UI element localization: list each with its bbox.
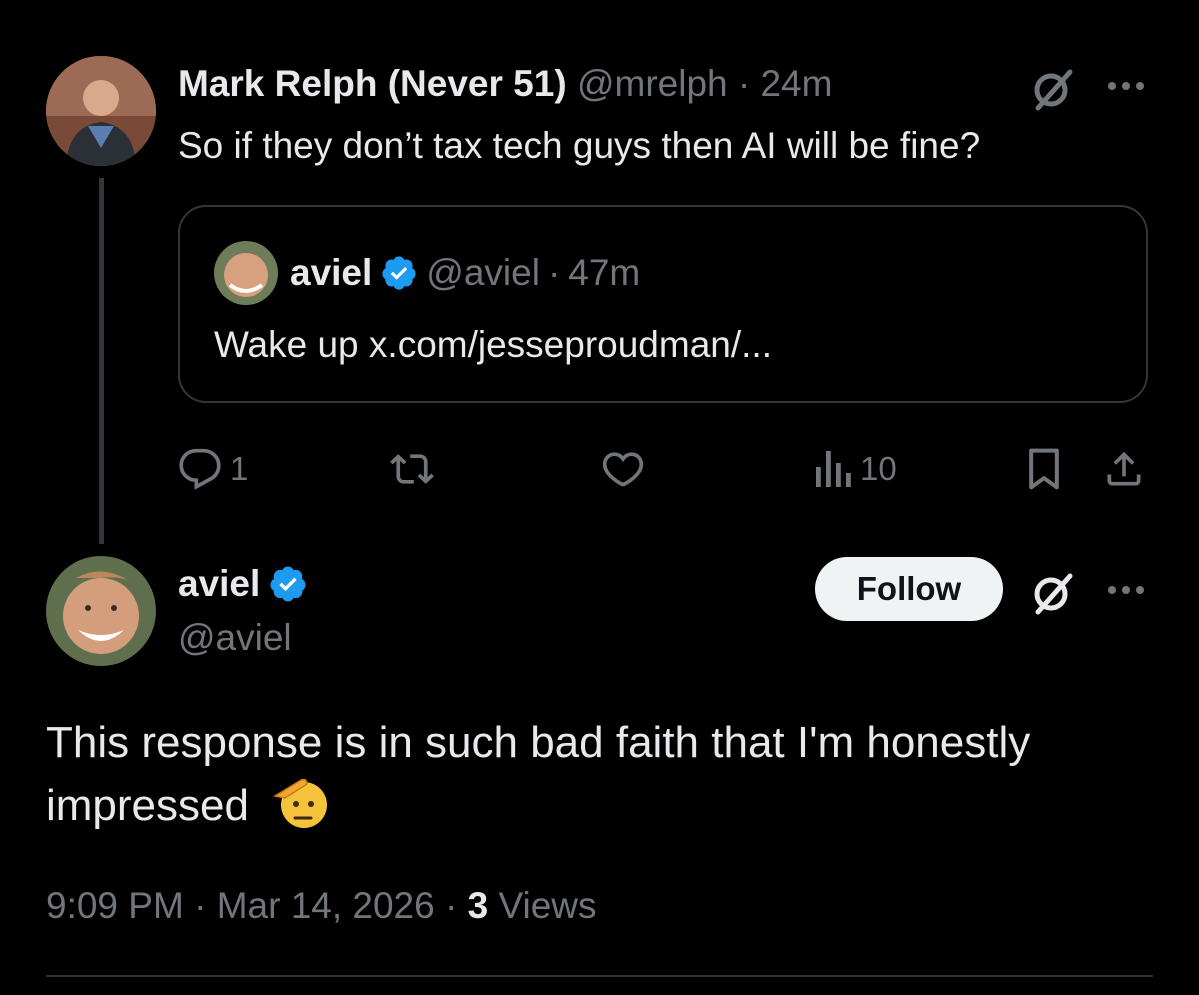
avatar-aviel-small[interactable]: [214, 241, 278, 305]
main-name-row: aviel: [178, 562, 308, 606]
avatar-mark-relph[interactable]: [46, 56, 156, 166]
main-display-name[interactable]: aviel: [178, 562, 260, 606]
tweet-meta: 9:09 PM · Mar 14, 2026 · 3 Views: [46, 884, 597, 928]
repost-icon[interactable]: [388, 447, 436, 491]
verified-badge-icon: [380, 254, 418, 292]
parent-header: Mark Relph (Never 51) @mrelph · 24m: [178, 62, 832, 106]
divider: [46, 975, 1153, 977]
main-handle[interactable]: @aviel: [178, 616, 292, 660]
views-number: 3: [467, 885, 489, 926]
grok-icon[interactable]: [1030, 66, 1076, 112]
meta-separator: ·: [194, 885, 207, 926]
views-icon: [812, 447, 852, 491]
views-label: Views: [498, 885, 597, 926]
parent-text: So if they don’t tax tech guys then AI w…: [178, 125, 981, 166]
quoted-tweet-card[interactable]: aviel @aviel · 47m Wake up x.com/jessepr…: [178, 205, 1148, 403]
views-count: 10: [860, 450, 897, 487]
quote-time[interactable]: 47m: [568, 251, 640, 295]
parent-display-name[interactable]: Mark Relph (Never 51): [178, 63, 567, 104]
main-text: This response is in such bad faith that …: [46, 718, 1031, 830]
tweet-date[interactable]: Mar 14, 2026: [217, 885, 435, 926]
share-icon[interactable]: [1102, 447, 1146, 491]
parent-separator: ·: [737, 63, 751, 104]
quote-header: aviel @aviel · 47m: [290, 251, 640, 295]
quote-handle[interactable]: @aviel: [426, 251, 540, 295]
reply-icon: [178, 447, 222, 491]
reply-count: 1: [230, 450, 249, 487]
quote-separator: ·: [547, 252, 561, 293]
parent-handle[interactable]: @mrelph: [577, 63, 728, 104]
grok-icon[interactable]: [1030, 570, 1076, 616]
follow-button[interactable]: Follow: [815, 557, 1003, 621]
more-options-icon[interactable]: [1106, 80, 1146, 92]
quote-display-name[interactable]: aviel: [290, 251, 372, 295]
thread-line: [99, 178, 104, 544]
bookmark-icon[interactable]: [1024, 447, 1064, 491]
parent-time[interactable]: 24m: [760, 63, 832, 104]
views-button[interactable]: 10: [812, 447, 897, 491]
like-icon[interactable]: [600, 447, 646, 491]
tweet-time[interactable]: 9:09 PM: [46, 885, 184, 926]
more-options-icon[interactable]: [1106, 584, 1146, 596]
verified-badge-icon: [268, 564, 308, 604]
reply-button[interactable]: 1: [178, 447, 248, 491]
quote-text: Wake up x.com/jesseproudman/...: [214, 324, 772, 365]
avatar-aviel[interactable]: [46, 556, 156, 666]
main-tweet-text: This response is in such bad faith that …: [46, 712, 1156, 837]
meta-separator: ·: [445, 885, 458, 926]
saluting-face-icon: [271, 774, 329, 832]
